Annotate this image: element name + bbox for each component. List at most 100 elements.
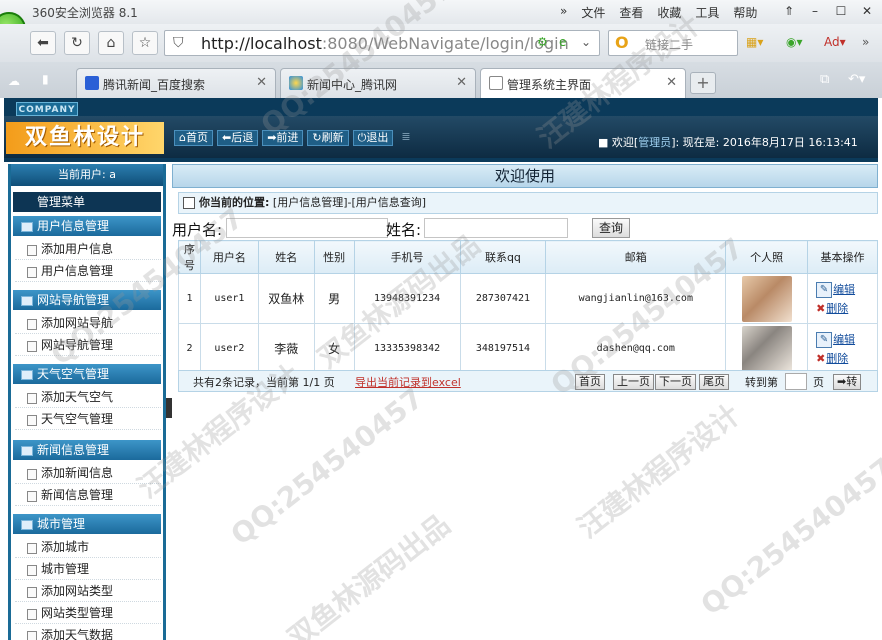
query-button[interactable]: 查询 bbox=[592, 218, 630, 238]
col-photo: 个人照 bbox=[725, 240, 809, 274]
star-icon[interactable]: ☆ bbox=[132, 31, 158, 55]
goto-page-input[interactable] bbox=[785, 373, 807, 390]
wallet-icon[interactable]: ◉▾ bbox=[786, 35, 803, 49]
maximize-icon[interactable]: ☐ bbox=[830, 2, 852, 20]
edit-link[interactable]: ✎ 编辑 bbox=[816, 281, 855, 298]
last-page-button[interactable]: 尾页 bbox=[699, 374, 729, 390]
logout-button[interactable]: ⏻退出 bbox=[352, 130, 394, 146]
prev-page-button[interactable]: 上一页 bbox=[613, 374, 654, 390]
sidebar-item-add-user[interactable]: 添加用户信息 bbox=[15, 238, 161, 260]
back-button[interactable]: ⬅后退 bbox=[216, 130, 259, 146]
username-input[interactable] bbox=[226, 218, 388, 238]
refresh-button[interactable]: ↻刷新 bbox=[307, 130, 349, 146]
first-page-button[interactable]: 首页 bbox=[575, 374, 605, 390]
cell-email: dashen@qq.com bbox=[545, 323, 727, 374]
menu-file[interactable]: 文件 bbox=[581, 4, 605, 21]
sidebar-item-add-nav[interactable]: 添加网站导航 bbox=[15, 312, 161, 334]
pin-icon[interactable]: ⇑ bbox=[778, 2, 800, 20]
forward-button[interactable]: ➡前进 bbox=[262, 130, 304, 146]
browser-menus: » 文件 查看 收藏 工具 帮助 bbox=[560, 4, 771, 21]
browser-navbar: ⬅ ↻ ⌂ ☆ ⛉ http://localhost:8080/WebNavig… bbox=[0, 24, 882, 62]
sidebar-item-user-manage[interactable]: 用户信息管理 bbox=[15, 260, 161, 282]
sidebar-item-nav-manage[interactable]: 网站导航管理 bbox=[15, 334, 161, 356]
apps-icon[interactable]: ▦▾ bbox=[746, 35, 763, 49]
search-input[interactable]: 链接二手 bbox=[645, 36, 693, 53]
user-photo bbox=[741, 275, 792, 322]
user-photo bbox=[741, 325, 792, 372]
menu-favorites[interactable]: 收藏 bbox=[657, 4, 681, 21]
watermark: QQ:254540457 bbox=[694, 451, 882, 622]
location-icon bbox=[183, 197, 195, 209]
menu-view[interactable]: 查看 bbox=[619, 4, 643, 21]
sidebar-item-site-type-manage[interactable]: 网站类型管理 bbox=[15, 602, 161, 624]
menu-help[interactable]: 帮助 bbox=[733, 4, 757, 21]
export-excel-link[interactable]: 导出当前记录到excel bbox=[355, 374, 461, 390]
cell-actions: ✎ 编辑 ✖删除 bbox=[807, 323, 878, 374]
tab-close-icon[interactable]: ✕ bbox=[666, 75, 677, 90]
refresh-icon[interactable]: ↻ bbox=[64, 31, 90, 55]
main-header: 欢迎使用 bbox=[172, 164, 878, 188]
watermark: 双鱼林源码出品 bbox=[281, 507, 457, 640]
name-label: 姓名: bbox=[386, 221, 422, 239]
current-user: 当前用户: a bbox=[11, 164, 163, 186]
home-button[interactable]: ⌂首页 bbox=[174, 130, 213, 146]
breadcrumb: 你当前的位置: [用户信息管理]-[用户信息查询] bbox=[178, 192, 878, 214]
sidebar-item-add-weather-data[interactable]: 添加天气数据 bbox=[15, 624, 161, 640]
home-icon[interactable]: ⌂ bbox=[98, 31, 124, 55]
company-badge: COMPANY bbox=[16, 102, 78, 116]
more-icon[interactable]: » bbox=[862, 35, 869, 49]
sidebar-item-city-manage[interactable]: 城市管理 bbox=[15, 558, 161, 580]
translate-icon[interactable]: Ad▾ bbox=[824, 35, 846, 49]
cloud-icon[interactable]: ☁ bbox=[8, 74, 20, 88]
welcome-text: ■ 欢迎[管理员]: 现在是: 2016年8月17日 16:13:41 bbox=[598, 136, 858, 149]
menu-more[interactable]: » bbox=[560, 4, 567, 21]
menu-tools[interactable]: 工具 bbox=[695, 4, 719, 21]
sidebar-group-city[interactable]: 城市管理 bbox=[13, 514, 161, 534]
minimize-icon[interactable]: – bbox=[804, 2, 826, 20]
sidebar-group-nav[interactable]: 网站导航管理 bbox=[13, 290, 161, 310]
ie-mode-icon[interactable]: e bbox=[559, 35, 566, 49]
sidebar-item-news-manage[interactable]: 新闻信息管理 bbox=[15, 484, 161, 506]
sidebar-group-users[interactable]: 用户信息管理 bbox=[13, 216, 161, 236]
col-name: 姓名 bbox=[257, 240, 315, 274]
sidebar-item-add-news[interactable]: 添加新闻信息 bbox=[15, 462, 161, 484]
tab-close-icon[interactable]: ✕ bbox=[456, 75, 467, 90]
search-box[interactable]: O 链接二手 bbox=[608, 30, 738, 56]
delete-link[interactable]: ✖删除 bbox=[816, 350, 848, 366]
sidebar-item-add-weather[interactable]: 添加天气空气 bbox=[15, 386, 161, 408]
edit-link[interactable]: ✎ 编辑 bbox=[816, 331, 855, 348]
baidu-favicon-icon bbox=[85, 76, 99, 90]
page-favicon-icon bbox=[489, 76, 503, 90]
sidebar-item-add-site-type[interactable]: 添加网站类型 bbox=[15, 580, 161, 602]
window-controls: ⇑ – ☐ ✕ bbox=[778, 2, 878, 20]
delete-link[interactable]: ✖删除 bbox=[816, 300, 848, 316]
address-bar[interactable]: ⛉ http://localhost:8080/WebNavigate/logi… bbox=[164, 30, 600, 56]
cell-phone: 13948391234 bbox=[353, 273, 461, 324]
restore-tab-icon[interactable]: ⧉ bbox=[820, 72, 829, 87]
tab-qq-news[interactable]: 新闻中心_腾讯网 ✕ bbox=[280, 68, 476, 98]
sidebar-item-add-city[interactable]: 添加城市 bbox=[15, 536, 161, 558]
security-icon[interactable]: ⚙ bbox=[537, 35, 548, 49]
sidebar-item-weather-manage[interactable]: 天气空气管理 bbox=[15, 408, 161, 430]
sidebar-splitter[interactable] bbox=[166, 398, 172, 418]
back-icon[interactable]: ⬅ bbox=[30, 31, 56, 55]
sidebar-toggle-icon[interactable]: ▮ bbox=[42, 72, 49, 86]
menu-icon[interactable]: ≣ bbox=[401, 130, 410, 146]
tab-baidu-news[interactable]: 腾讯新闻_百度搜索 ✕ bbox=[76, 68, 276, 98]
sidebar-group-weather[interactable]: 天气空气管理 bbox=[13, 364, 161, 384]
new-tab-button[interactable]: + bbox=[690, 72, 716, 94]
cell-qq: 348197514 bbox=[459, 323, 547, 374]
go-button[interactable]: ➡转 bbox=[833, 374, 862, 390]
browser-title: 360安全浏览器 8.1 bbox=[32, 6, 138, 20]
next-page-button[interactable]: 下一页 bbox=[655, 374, 696, 390]
dropdown-icon[interactable]: ⌄ bbox=[581, 35, 591, 49]
undo-icon[interactable]: ↶▾ bbox=[848, 72, 865, 87]
col-sex: 性别 bbox=[313, 240, 355, 274]
tab-close-icon[interactable]: ✕ bbox=[256, 75, 267, 90]
cell-no: 1 bbox=[178, 273, 201, 324]
name-input[interactable] bbox=[424, 218, 568, 238]
search-engine-icon[interactable]: O bbox=[615, 33, 629, 52]
close-icon[interactable]: ✕ bbox=[856, 2, 878, 20]
sidebar-group-news[interactable]: 新闻信息管理 bbox=[13, 440, 161, 460]
tab-admin-main[interactable]: 管理系统主界面 ✕ bbox=[480, 68, 686, 98]
